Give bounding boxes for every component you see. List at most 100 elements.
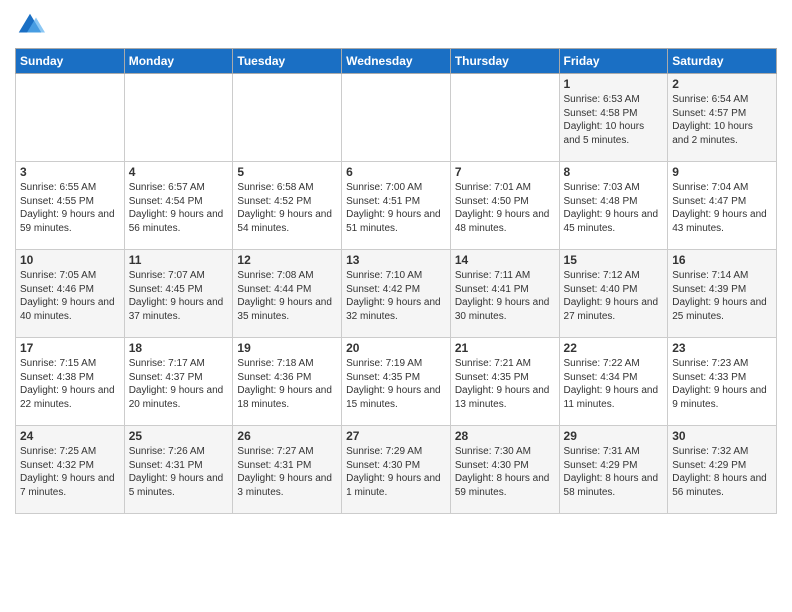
day-info: Sunrise: 7:14 AM Sunset: 4:39 PM Dayligh… <box>672 269 772 323</box>
col-header-sunday: Sunday <box>16 49 125 74</box>
calendar-cell: 8 Sunrise: 7:03 AM Sunset: 4:48 PM Daylig… <box>559 162 668 250</box>
calendar-cell: 24 Sunrise: 7:25 AM Sunset: 4:32 PM Dayli… <box>16 426 125 514</box>
calendar-cell <box>16 74 125 162</box>
day-info: Sunrise: 7:23 AM Sunset: 4:33 PM Dayligh… <box>672 357 772 411</box>
day-number: 2 <box>672 77 772 91</box>
calendar-cell <box>124 74 233 162</box>
day-info: Sunrise: 6:57 AM Sunset: 4:54 PM Dayligh… <box>129 181 229 235</box>
day-info: Sunrise: 7:19 AM Sunset: 4:35 PM Dayligh… <box>346 357 446 411</box>
day-number: 1 <box>564 77 664 91</box>
day-number: 26 <box>237 429 337 443</box>
calendar-cell: 13 Sunrise: 7:10 AM Sunset: 4:42 PM Dayli… <box>342 250 451 338</box>
day-number: 22 <box>564 341 664 355</box>
day-info: Sunrise: 7:03 AM Sunset: 4:48 PM Dayligh… <box>564 181 664 235</box>
calendar-cell: 18 Sunrise: 7:17 AM Sunset: 4:37 PM Dayli… <box>124 338 233 426</box>
day-info: Sunrise: 7:31 AM Sunset: 4:29 PM Dayligh… <box>564 445 664 499</box>
day-number: 14 <box>455 253 555 267</box>
calendar-cell: 16 Sunrise: 7:14 AM Sunset: 4:39 PM Dayli… <box>668 250 777 338</box>
calendar-cell: 7 Sunrise: 7:01 AM Sunset: 4:50 PM Daylig… <box>450 162 559 250</box>
calendar-table: SundayMondayTuesdayWednesdayThursdayFrid… <box>15 48 777 514</box>
calendar-cell: 25 Sunrise: 7:26 AM Sunset: 4:31 PM Dayli… <box>124 426 233 514</box>
day-number: 8 <box>564 165 664 179</box>
col-header-wednesday: Wednesday <box>342 49 451 74</box>
calendar-cell: 21 Sunrise: 7:21 AM Sunset: 4:35 PM Dayli… <box>450 338 559 426</box>
day-number: 27 <box>346 429 446 443</box>
day-number: 9 <box>672 165 772 179</box>
day-number: 18 <box>129 341 229 355</box>
header <box>15 10 777 40</box>
day-number: 13 <box>346 253 446 267</box>
calendar-cell: 20 Sunrise: 7:19 AM Sunset: 4:35 PM Dayli… <box>342 338 451 426</box>
calendar-cell: 29 Sunrise: 7:31 AM Sunset: 4:29 PM Dayli… <box>559 426 668 514</box>
day-number: 30 <box>672 429 772 443</box>
day-info: Sunrise: 7:12 AM Sunset: 4:40 PM Dayligh… <box>564 269 664 323</box>
day-number: 5 <box>237 165 337 179</box>
day-number: 16 <box>672 253 772 267</box>
calendar-cell: 15 Sunrise: 7:12 AM Sunset: 4:40 PM Dayli… <box>559 250 668 338</box>
col-header-saturday: Saturday <box>668 49 777 74</box>
day-number: 24 <box>20 429 120 443</box>
day-info: Sunrise: 7:21 AM Sunset: 4:35 PM Dayligh… <box>455 357 555 411</box>
calendar-cell: 3 Sunrise: 6:55 AM Sunset: 4:55 PM Daylig… <box>16 162 125 250</box>
calendar-cell: 26 Sunrise: 7:27 AM Sunset: 4:31 PM Dayli… <box>233 426 342 514</box>
day-info: Sunrise: 7:18 AM Sunset: 4:36 PM Dayligh… <box>237 357 337 411</box>
day-info: Sunrise: 7:10 AM Sunset: 4:42 PM Dayligh… <box>346 269 446 323</box>
day-number: 29 <box>564 429 664 443</box>
day-number: 11 <box>129 253 229 267</box>
day-number: 6 <box>346 165 446 179</box>
day-number: 21 <box>455 341 555 355</box>
day-number: 3 <box>20 165 120 179</box>
day-info: Sunrise: 7:00 AM Sunset: 4:51 PM Dayligh… <box>346 181 446 235</box>
day-info: Sunrise: 7:17 AM Sunset: 4:37 PM Dayligh… <box>129 357 229 411</box>
col-header-friday: Friday <box>559 49 668 74</box>
calendar-cell: 6 Sunrise: 7:00 AM Sunset: 4:51 PM Daylig… <box>342 162 451 250</box>
calendar-cell: 9Sunrise: 7:04 AM Sunset: 4:47 PM Daylig… <box>668 162 777 250</box>
day-info: Sunrise: 7:11 AM Sunset: 4:41 PM Dayligh… <box>455 269 555 323</box>
calendar-cell: 22 Sunrise: 7:22 AM Sunset: 4:34 PM Dayli… <box>559 338 668 426</box>
day-info: Sunrise: 7:01 AM Sunset: 4:50 PM Dayligh… <box>455 181 555 235</box>
calendar-cell: 23 Sunrise: 7:23 AM Sunset: 4:33 PM Dayli… <box>668 338 777 426</box>
day-info: Sunrise: 7:27 AM Sunset: 4:31 PM Dayligh… <box>237 445 337 499</box>
day-number: 15 <box>564 253 664 267</box>
calendar-cell <box>342 74 451 162</box>
day-info: Sunrise: 7:22 AM Sunset: 4:34 PM Dayligh… <box>564 357 664 411</box>
day-info: Sunrise: 7:26 AM Sunset: 4:31 PM Dayligh… <box>129 445 229 499</box>
day-info: Sunrise: 7:29 AM Sunset: 4:30 PM Dayligh… <box>346 445 446 499</box>
day-number: 4 <box>129 165 229 179</box>
day-info: Sunrise: 6:53 AM Sunset: 4:58 PM Dayligh… <box>564 93 664 147</box>
calendar-cell: 1 Sunrise: 6:53 AM Sunset: 4:58 PM Daylig… <box>559 74 668 162</box>
col-header-thursday: Thursday <box>450 49 559 74</box>
day-info: Sunrise: 6:55 AM Sunset: 4:55 PM Dayligh… <box>20 181 120 235</box>
day-number: 28 <box>455 429 555 443</box>
calendar-cell: 17 Sunrise: 7:15 AM Sunset: 4:38 PM Dayli… <box>16 338 125 426</box>
day-info: Sunrise: 6:54 AM Sunset: 4:57 PM Dayligh… <box>672 93 772 147</box>
day-info: Sunrise: 7:32 AM Sunset: 4:29 PM Dayligh… <box>672 445 772 499</box>
day-number: 19 <box>237 341 337 355</box>
page: SundayMondayTuesdayWednesdayThursdayFrid… <box>0 0 792 524</box>
day-info: Sunrise: 7:05 AM Sunset: 4:46 PM Dayligh… <box>20 269 120 323</box>
calendar-cell: 5 Sunrise: 6:58 AM Sunset: 4:52 PM Daylig… <box>233 162 342 250</box>
calendar-cell: 2 Sunrise: 6:54 AM Sunset: 4:57 PM Daylig… <box>668 74 777 162</box>
calendar-cell: 12 Sunrise: 7:08 AM Sunset: 4:44 PM Dayli… <box>233 250 342 338</box>
day-number: 17 <box>20 341 120 355</box>
day-number: 12 <box>237 253 337 267</box>
day-number: 25 <box>129 429 229 443</box>
calendar-cell <box>233 74 342 162</box>
day-info: Sunrise: 7:30 AM Sunset: 4:30 PM Dayligh… <box>455 445 555 499</box>
calendar-cell: 30 Sunrise: 7:32 AM Sunset: 4:29 PM Dayli… <box>668 426 777 514</box>
calendar-cell: 4 Sunrise: 6:57 AM Sunset: 4:54 PM Daylig… <box>124 162 233 250</box>
day-number: 23 <box>672 341 772 355</box>
day-info: Sunrise: 7:08 AM Sunset: 4:44 PM Dayligh… <box>237 269 337 323</box>
calendar-cell: 28 Sunrise: 7:30 AM Sunset: 4:30 PM Dayli… <box>450 426 559 514</box>
calendar-cell: 14 Sunrise: 7:11 AM Sunset: 4:41 PM Dayli… <box>450 250 559 338</box>
day-info: Sunrise: 7:25 AM Sunset: 4:32 PM Dayligh… <box>20 445 120 499</box>
logo <box>15 10 49 40</box>
col-header-tuesday: Tuesday <box>233 49 342 74</box>
day-info: Sunrise: 6:58 AM Sunset: 4:52 PM Dayligh… <box>237 181 337 235</box>
col-header-monday: Monday <box>124 49 233 74</box>
calendar-cell: 10Sunrise: 7:05 AM Sunset: 4:46 PM Dayli… <box>16 250 125 338</box>
day-number: 7 <box>455 165 555 179</box>
day-info: Sunrise: 7:15 AM Sunset: 4:38 PM Dayligh… <box>20 357 120 411</box>
day-number: 20 <box>346 341 446 355</box>
calendar-cell: 19 Sunrise: 7:18 AM Sunset: 4:36 PM Dayli… <box>233 338 342 426</box>
